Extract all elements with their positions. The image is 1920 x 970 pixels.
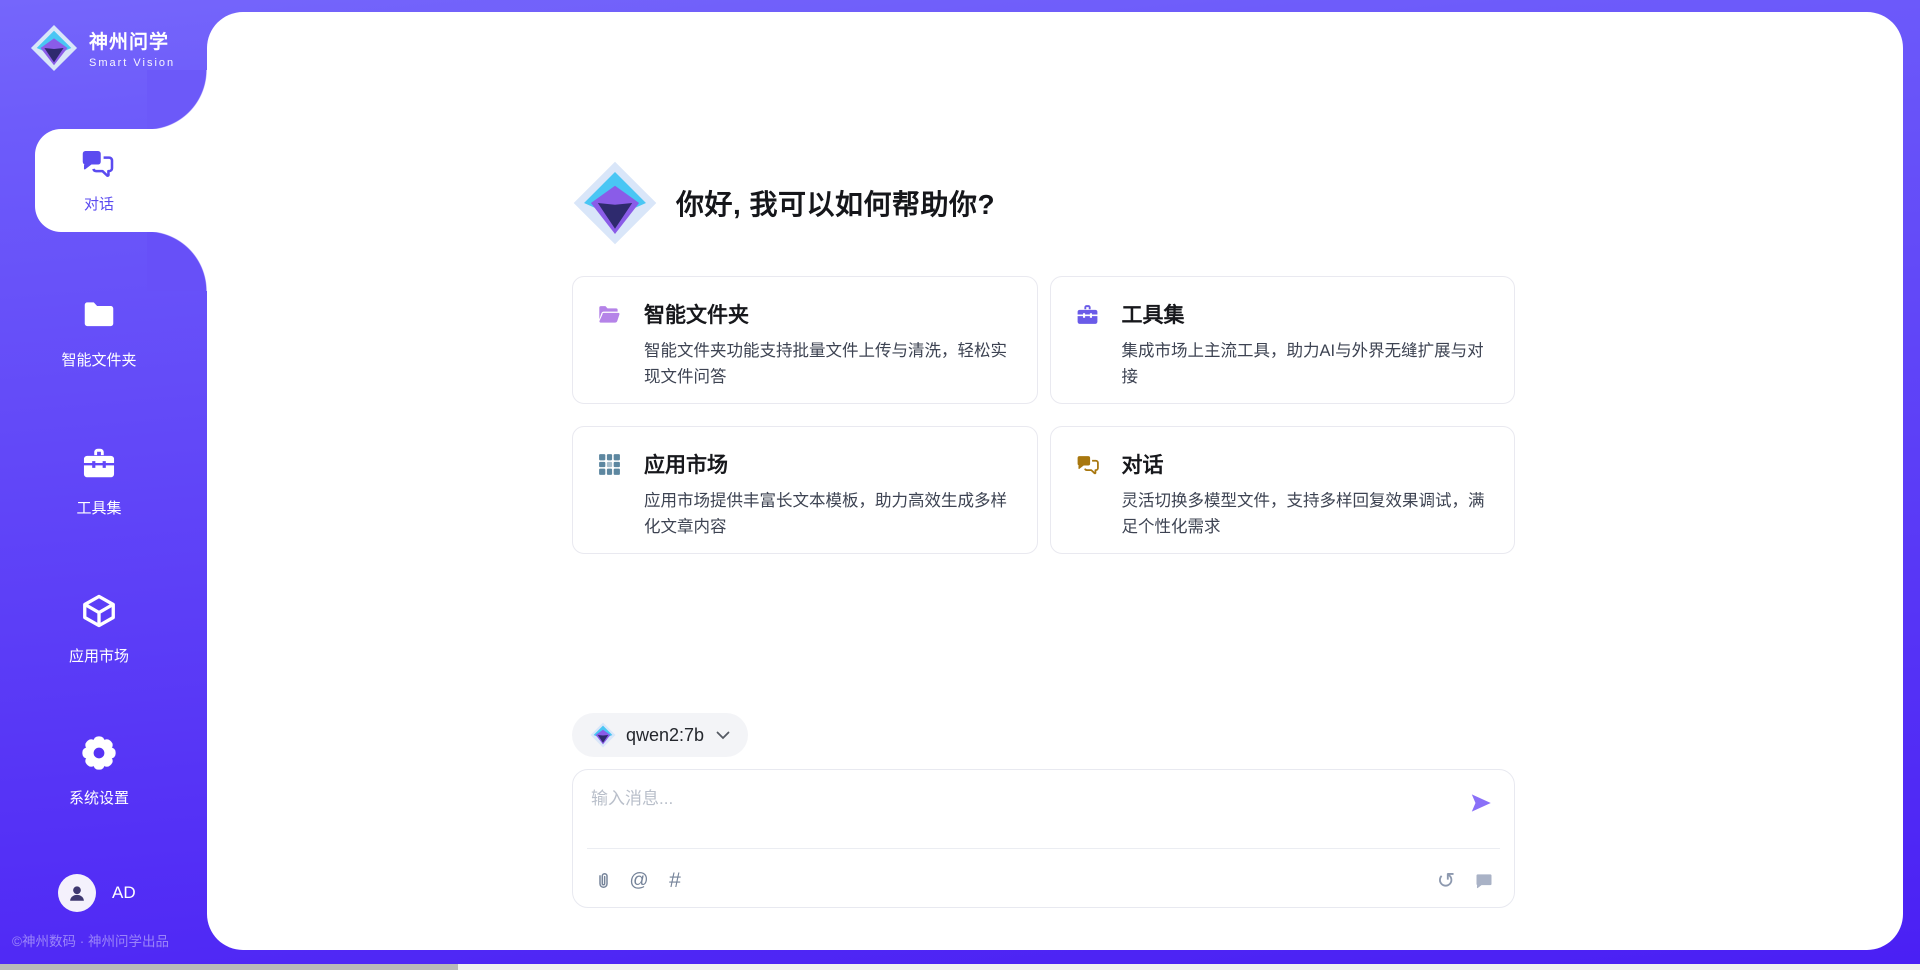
card-title: 对话 [1122, 449, 1164, 479]
brand-subtitle: Smart Vision [89, 57, 175, 69]
folder-open-icon [597, 302, 622, 327]
card-description: 灵活切换多模型文件，支持多样回复效果调试，满足个性化需求 [1122, 489, 1491, 540]
topic-button[interactable]: # [663, 869, 687, 893]
card-smart-folders[interactable]: 智能文件夹 智能文件夹功能支持批量文件上传与清洗，轻松实现文件问答 [572, 276, 1038, 404]
folder-icon [80, 296, 118, 334]
feature-cards: 智能文件夹 智能文件夹功能支持批量文件上传与清洗，轻松实现文件问答 工具集 集成… [572, 276, 1515, 554]
gear-icon [80, 734, 118, 772]
model-name: qwen2:7b [626, 725, 704, 746]
sidebar-item-folders[interactable]: 智能文件夹 [0, 296, 198, 370]
conversations-button[interactable] [1472, 869, 1496, 893]
grid-icon [597, 452, 622, 477]
card-description: 应用市场提供丰富长文本模板，助力高效生成多样化文章内容 [644, 489, 1013, 540]
page: { "brand": { "name": "神州问学", "subtitle":… [0, 0, 1920, 970]
sidebar-item-label: 智能文件夹 [0, 349, 198, 370]
avatar [58, 874, 96, 912]
user-initials: AD [112, 883, 136, 903]
sidebar-item-tools[interactable]: 工具集 [0, 444, 198, 518]
paperclip-icon [593, 871, 614, 892]
sidebar-item-label: 工具集 [0, 497, 198, 518]
sidebar-item-market[interactable]: 应用市场 [0, 592, 198, 666]
history-icon: ↺ [1437, 869, 1455, 894]
history-button[interactable]: ↺ [1434, 869, 1458, 893]
hash-icon: # [669, 869, 681, 893]
card-description: 智能文件夹功能支持批量文件上传与清洗，轻松实现文件问答 [644, 339, 1013, 390]
toolbox-icon [80, 444, 118, 482]
message-input[interactable] [591, 784, 1441, 842]
send-icon[interactable] [1468, 790, 1494, 816]
card-description: 集成市场上主流工具，助力AI与外界无缝扩展与对接 [1122, 339, 1491, 390]
user-account[interactable]: AD [58, 874, 136, 912]
cube-icon [80, 592, 118, 630]
brand-name: 神州问学 [89, 27, 175, 54]
card-title: 应用市场 [644, 449, 728, 479]
composer-divider [587, 848, 1500, 849]
chat-bubbles-icon [1075, 452, 1100, 477]
brand-logo-icon [30, 24, 78, 72]
attach-button[interactable] [591, 869, 615, 893]
horizontal-scrollbar[interactable] [0, 964, 1920, 970]
sidebar-item-chat[interactable]: 对话 [35, 129, 209, 232]
sidebar-item-settings[interactable]: 系统设置 [0, 734, 198, 808]
sidebar-item-label: 系统设置 [0, 787, 198, 808]
toolbox-icon [1075, 302, 1100, 327]
model-selector[interactable]: qwen2:7b [572, 713, 748, 757]
user-avatar-icon [66, 882, 88, 904]
card-app-market[interactable]: 应用市场 应用市场提供丰富长文本模板，助力高效生成多样化文章内容 [572, 426, 1038, 554]
tab-curve-top [147, 70, 207, 130]
card-title: 智能文件夹 [644, 299, 749, 329]
sidebar-footer-text: ©神州数码 · 神州问学出品 [12, 930, 169, 950]
composer: @ # ↺ [572, 769, 1515, 908]
brand: 神州问学 Smart Vision [30, 24, 175, 72]
at-icon: @ [629, 870, 648, 892]
scrollbar-thumb[interactable] [0, 964, 458, 970]
greeting: 你好, 我可以如何帮助你? [572, 160, 995, 246]
chevron-down-icon [716, 731, 730, 740]
card-chat[interactable]: 对话 灵活切换多模型文件，支持多样回复效果调试，满足个性化需求 [1050, 426, 1516, 554]
sidebar-item-label: 对话 [35, 193, 163, 214]
chat-icon [1474, 871, 1494, 891]
card-title: 工具集 [1122, 299, 1185, 329]
mention-button[interactable]: @ [627, 869, 651, 893]
model-logo-icon [590, 722, 616, 748]
greeting-title: 你好, 我可以如何帮助你? [676, 183, 995, 223]
tab-curve-bottom [147, 231, 207, 291]
chat-bubbles-icon [79, 145, 115, 181]
sidebar-item-label: 应用市场 [0, 645, 198, 666]
greeting-logo-icon [572, 160, 658, 246]
card-toolset[interactable]: 工具集 集成市场上主流工具，助力AI与外界无缝扩展与对接 [1050, 276, 1516, 404]
